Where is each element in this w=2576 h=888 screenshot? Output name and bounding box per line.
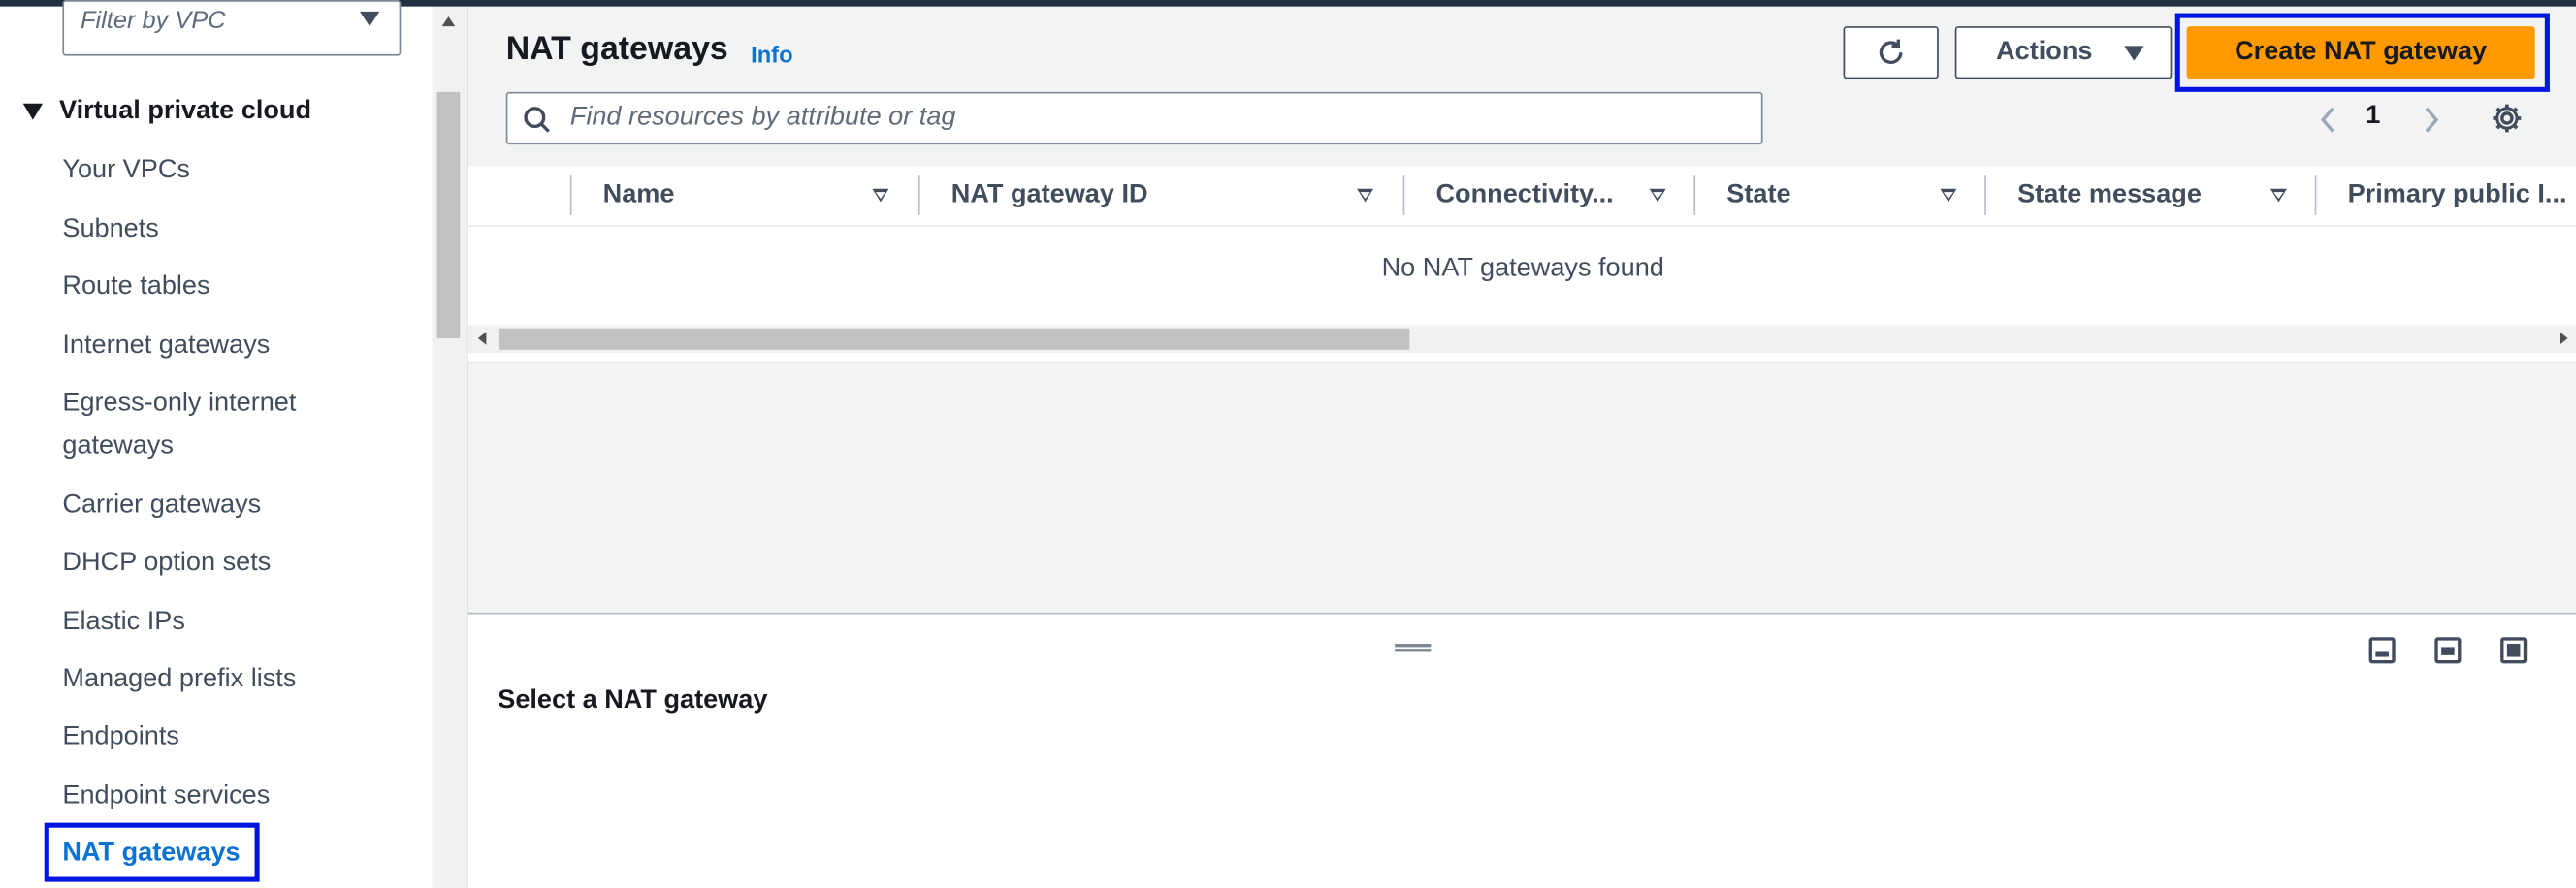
caret-down-icon [359, 11, 380, 27]
search-icon [524, 107, 550, 133]
create-button-highlight [2174, 13, 2550, 92]
sort-icon[interactable] [872, 188, 889, 203]
scroll-up-icon[interactable] [441, 16, 456, 27]
caret-down-icon [2124, 46, 2144, 61]
column-header-state-message[interactable]: State message [2017, 180, 2202, 209]
pagination-current-page[interactable]: 1 [2366, 102, 2380, 131]
sort-icon[interactable] [1649, 188, 1666, 203]
sort-icon[interactable] [1357, 188, 1374, 203]
column-header-name[interactable]: Name [603, 180, 675, 209]
section-toggle-virtual-private-cloud[interactable]: Virtual private cloud [22, 96, 312, 126]
scrollbar-thumb[interactable] [499, 328, 1410, 350]
column-divider[interactable] [1693, 175, 1696, 215]
split-panel: Select a NAT gateway [467, 612, 2576, 888]
split-panel-fullscreen-icon[interactable] [2500, 637, 2528, 664]
chevron-left-icon[interactable] [2318, 105, 2337, 134]
refresh-button[interactable] [1843, 26, 1939, 79]
chevron-right-icon[interactable] [2422, 105, 2441, 134]
caret-down-icon [22, 103, 44, 120]
column-header-primary-public-ip[interactable]: Primary public I... [2348, 180, 2567, 209]
gear-icon[interactable] [2491, 102, 2524, 135]
sidebar-item-subnets[interactable]: Subnets [62, 208, 407, 251]
table-empty-message: No NAT gateways found [1381, 254, 1664, 283]
actions-label: Actions [1996, 37, 2093, 66]
refresh-icon [1879, 39, 1903, 65]
split-panel-resize-handle[interactable] [1395, 644, 1432, 652]
table-header: Name NAT gateway ID Connectivity... Stat… [467, 166, 2576, 227]
column-header-nat-gateway-id[interactable]: NAT gateway ID [951, 180, 1148, 209]
search-input[interactable]: Find resources by attribute or tag [505, 91, 1763, 145]
sidebar: Filter by VPC Virtual private cloud Your… [0, 0, 433, 888]
sidebar-item-internet-gateways[interactable]: Internet gateways [62, 325, 407, 367]
split-panel-bottom-icon[interactable] [2368, 637, 2396, 664]
actions-button[interactable]: Actions [1954, 26, 2173, 79]
column-divider[interactable] [918, 175, 920, 215]
filter-by-vpc-placeholder: Filter by VPC [80, 6, 226, 35]
split-panel-title: Select a NAT gateway [498, 686, 768, 714]
sidebar-item-carrier-gateways[interactable]: Carrier gateways [62, 485, 407, 527]
sort-icon[interactable] [2270, 188, 2287, 203]
icon-fill [2441, 647, 2455, 655]
sidebar-item-endpoints[interactable]: Endpoints [62, 716, 407, 759]
page-title: NAT gateways [505, 31, 728, 68]
sidebar-item-elastic-ips[interactable]: Elastic IPs [62, 601, 407, 644]
column-divider[interactable] [1984, 175, 1986, 215]
app-stage: Filter by VPC Virtual private cloud Your… [0, 0, 2576, 888]
sort-icon[interactable] [1940, 188, 1957, 203]
sidebar-scrollbar[interactable] [432, 6, 467, 888]
info-link[interactable]: Info [751, 41, 792, 67]
column-header-state[interactable]: State [1726, 180, 1790, 209]
icon-fill [2506, 644, 2521, 657]
column-divider[interactable] [2314, 175, 2317, 215]
filter-by-vpc-select[interactable]: Filter by VPC [62, 0, 402, 56]
section-label: Virtual private cloud [58, 96, 312, 125]
sidebar-item-your-vpcs[interactable]: Your VPCs [62, 149, 407, 192]
scrollbar-thumb[interactable] [436, 91, 461, 338]
icon-fill [2375, 651, 2389, 657]
scroll-left-icon[interactable] [477, 332, 487, 345]
sidebar-item-egress-only-internet-gateways[interactable]: Egress-only internet gateways [62, 383, 358, 468]
main-content: NAT gateways Info Actions Create NAT gat… [467, 6, 2576, 888]
column-header-connectivity[interactable]: Connectivity... [1435, 180, 1613, 209]
column-divider[interactable] [1402, 175, 1405, 215]
nat-gateways-table: Name NAT gateway ID Connectivity... Stat… [467, 166, 2576, 364]
sidebar-item-endpoint-services[interactable]: Endpoint services [62, 776, 407, 818]
split-panel-side-icon[interactable] [2434, 637, 2462, 664]
scroll-right-icon[interactable] [2560, 332, 2568, 345]
nat-gateways-highlight [44, 822, 260, 882]
search-placeholder: Find resources by attribute or tag [569, 103, 956, 132]
column-divider[interactable] [569, 175, 572, 215]
sidebar-item-managed-prefix-lists[interactable]: Managed prefix lists [62, 658, 407, 701]
sidebar-item-route-tables[interactable]: Route tables [62, 266, 407, 308]
table-horizontal-scrollbar[interactable] [467, 325, 2576, 354]
sidebar-item-dhcp-option-sets[interactable]: DHCP option sets [62, 542, 407, 585]
